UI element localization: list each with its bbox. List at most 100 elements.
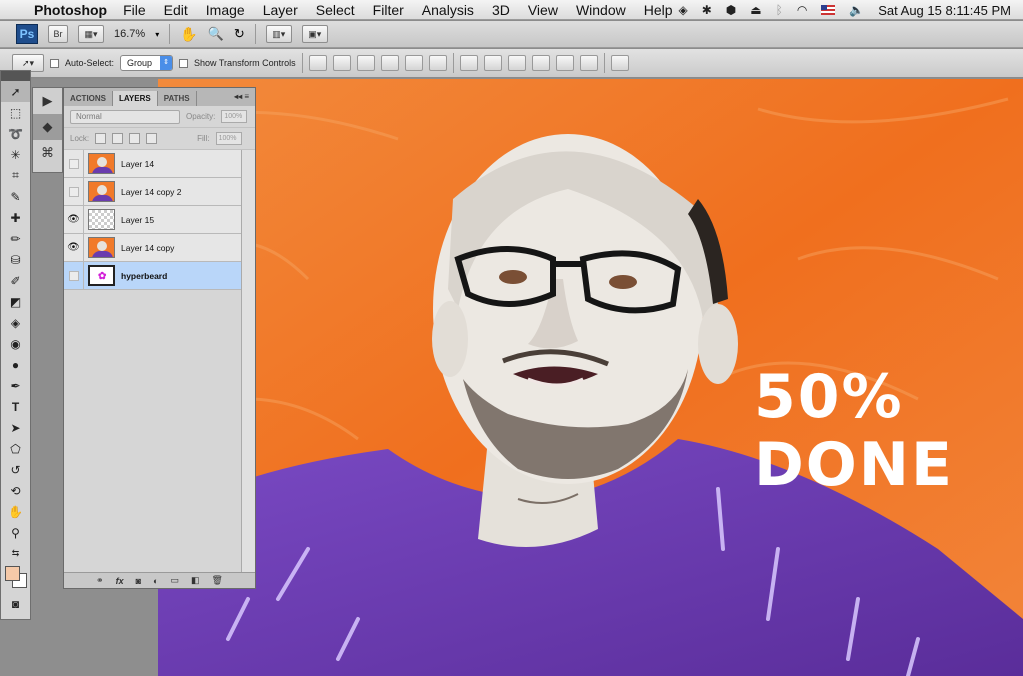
clone-stamp-icon[interactable]: ⛁ [1,249,30,270]
paths-panel-icon[interactable]: ⌘ [33,140,62,166]
eraser-icon[interactable]: ◩ [1,291,30,312]
visibility-toggle[interactable] [64,149,84,178]
menu-analysis[interactable]: Analysis [422,2,474,18]
align-bottom-button[interactable] [356,55,375,71]
eye-icon[interactable]: 👁 [64,205,84,234]
panel-menu-icon[interactable]: ◂◂ ≡ [234,92,249,101]
paint-bucket-icon[interactable]: ◈ [1,312,30,333]
distribute-top-button[interactable] [459,55,478,71]
visibility-toggle[interactable] [64,261,84,290]
crop-tool-icon[interactable]: ⌗ [1,165,30,186]
3d-orbit-icon[interactable]: ⟲ [1,480,30,501]
align-hcenter-button[interactable] [404,55,423,71]
layers-scrollbar[interactable] [241,150,255,575]
brush-tool-icon[interactable]: ✏ [1,228,30,249]
history-brush-icon[interactable]: ✐ [1,270,30,291]
align-top-button[interactable] [308,55,327,71]
zoom-level[interactable]: 16.7% [114,28,145,40]
menu-file[interactable]: File [123,2,146,18]
actions-panel-icon[interactable]: ▶ [33,88,62,114]
clock[interactable]: Sat Aug 15 8:11:45 PM [878,3,1011,18]
paw-icon[interactable]: ✱ [702,3,712,17]
lock-image-icon[interactable] [112,133,124,144]
eject-icon[interactable]: ⏏ [750,3,761,17]
layer-row[interactable]: Layer 14 copy 2 [64,177,242,206]
fill-field[interactable]: 100% [215,132,242,145]
nvidia-icon[interactable]: ◈ [678,3,687,17]
menu-select[interactable]: Select [316,2,355,18]
blend-mode-dropdown[interactable]: Normal [70,109,180,124]
wifi-icon[interactable]: ◠ [797,3,807,17]
distribute-right-button[interactable] [579,55,598,71]
layer-row[interactable]: 👁 Layer 14 copy [64,233,242,262]
tab-layers[interactable]: LAYERS [113,91,158,106]
path-selection-icon[interactable]: ➤ [1,417,30,438]
view-extras-button[interactable]: ▦▾ [78,25,104,43]
align-vcenter-button[interactable] [332,55,351,71]
trash-icon[interactable]: 🗑 [212,575,223,586]
flag-icon[interactable] [821,5,836,15]
menu-layer[interactable]: Layer [263,2,298,18]
new-layer-icon[interactable]: ◧ [191,575,200,586]
app-name-menu[interactable]: Photoshop [34,2,107,18]
dodge-tool-icon[interactable]: ● [1,354,30,375]
opacity-field[interactable]: 100% [221,110,248,123]
eye-icon[interactable]: 👁 [64,233,84,262]
tab-paths[interactable]: PATHS [158,91,197,106]
hexagon-icon[interactable]: ⬢ [726,3,736,17]
auto-select-dropdown[interactable]: Group ⇕ [120,55,174,71]
ps-logo-icon[interactable]: Ps [16,24,38,44]
panel-grip[interactable] [1,71,30,81]
distribute-left-button[interactable] [531,55,550,71]
menu-image[interactable]: Image [206,2,245,18]
quick-mask-icon[interactable]: ◙ [1,593,30,614]
layers-panel-icon[interactable]: ◆ [33,114,62,140]
lock-all-icon[interactable] [146,133,158,144]
mask-icon[interactable]: ◙ [136,576,141,586]
lock-position-icon[interactable] [129,133,141,144]
healing-brush-icon[interactable]: ✚ [1,207,30,228]
eyedropper-icon[interactable]: ✎ [1,186,30,207]
menu-edit[interactable]: Edit [164,2,188,18]
type-tool-icon[interactable]: T [1,396,30,417]
menu-3d[interactable]: 3D [492,2,510,18]
tab-actions[interactable]: ACTIONS [64,91,113,106]
menu-filter[interactable]: Filter [373,2,404,18]
screen-mode-button[interactable]: ▣▾ [301,25,328,43]
bridge-button[interactable]: Br [48,25,68,43]
fx-icon[interactable]: fx [116,576,124,586]
marquee-tool-icon[interactable]: ⬚ [1,102,30,123]
magic-wand-icon[interactable]: ✳ [1,144,30,165]
align-left-button[interactable] [380,55,399,71]
move-tool-icon[interactable]: ➚ [1,81,30,102]
visibility-toggle[interactable] [64,177,84,206]
zoom-dropdown-icon[interactable]: ▾ [155,30,159,39]
link-icon[interactable]: ⚭ [96,575,104,586]
bluetooth-icon[interactable]: ᛒ [776,3,783,17]
rotate-view-icon[interactable]: ↻ [234,26,245,42]
lock-transparent-icon[interactable] [95,133,107,144]
lasso-tool-icon[interactable]: ➰ [1,123,30,144]
3d-rotate-icon[interactable]: ↺ [1,459,30,480]
zoom-tool-icon[interactable]: 🔍 [208,26,224,42]
layer-row[interactable]: Layer 14 [64,149,242,178]
foreground-color-swatch[interactable] [5,566,20,581]
arrange-documents-button[interactable]: ▥▾ [265,25,292,43]
distribute-vcenter-button[interactable] [483,55,502,71]
align-right-button[interactable] [428,55,447,71]
auto-select-checkbox[interactable] [50,58,59,68]
document-canvas[interactable]: 50% DONE [158,79,1023,676]
menu-help[interactable]: Help [644,2,673,18]
blur-tool-icon[interactable]: ◉ [1,333,30,354]
pen-tool-icon[interactable]: ✒ [1,375,30,396]
layer-row-selected[interactable]: ✿ hyperbeard [64,261,242,290]
shape-tool-icon[interactable]: ⬠ [1,438,30,459]
hand-tool-icon[interactable]: ✋ [1,501,30,522]
distribute-hcenter-button[interactable] [555,55,574,71]
menu-view[interactable]: View [528,2,558,18]
hand-tool-icon[interactable]: ✋ [180,26,197,43]
show-transform-checkbox[interactable] [179,58,189,68]
menu-window[interactable]: Window [576,2,626,18]
layer-row[interactable]: 👁 Layer 15 [64,205,242,234]
folder-icon[interactable]: ▭ [170,575,179,586]
